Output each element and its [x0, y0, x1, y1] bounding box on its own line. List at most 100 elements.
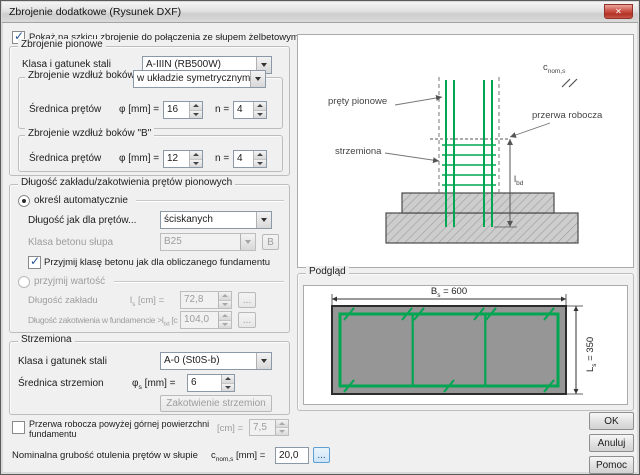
along-B-title: Zbrojenie wzdłuż boków "B": [25, 128, 154, 139]
l-sub: s: [591, 363, 598, 366]
stirrups-group: Strzemiona Klasa i gatunek stali A-0 (St…: [9, 341, 290, 415]
cnom-dimension-ticks: [562, 79, 577, 87]
separator-line: [136, 200, 284, 202]
spin-up-icon[interactable]: [222, 375, 234, 384]
lap-length-symbol: ls [cm] =: [130, 295, 164, 308]
spin-down-icon[interactable]: [190, 111, 202, 119]
l-rest: = 350: [585, 337, 596, 361]
n-B-value: 4: [234, 151, 253, 167]
working-gap-checkbox[interactable]: [12, 421, 25, 434]
cover-value-field[interactable]: 20,0: [275, 447, 309, 464]
layout-value: w układzie symetrycznym: [134, 71, 250, 87]
spin-up-icon[interactable]: [254, 102, 266, 111]
close-button[interactable]: ✕: [604, 4, 633, 19]
stirrup-phi-unit: [mm] =: [145, 378, 176, 389]
dropdown-arrow-icon[interactable]: [250, 71, 265, 87]
dropdown-arrow-icon[interactable]: [240, 234, 255, 250]
window-title: Zbrojenie dodatkowe (Rysunek DXF): [9, 6, 181, 18]
along-B-group: Zbrojenie wzdłuż boków "B" Średnica pręt…: [18, 135, 283, 172]
spinner-buttons: [189, 102, 202, 118]
preview-group-title: Podgląd: [306, 266, 349, 277]
stirrup-phi-value: 6: [188, 375, 221, 391]
use-footing-concrete-checkbox[interactable]: [28, 256, 41, 269]
spin-down-icon[interactable]: [222, 384, 234, 392]
spin-up-icon[interactable]: [219, 292, 231, 301]
spin-down-icon[interactable]: [219, 301, 231, 309]
spin-down-icon[interactable]: [254, 160, 266, 168]
cover-value: 20,0: [279, 450, 298, 461]
bars-for-label: Długość jak dla prętów...: [28, 215, 136, 226]
phi-B-spinner[interactable]: 12: [163, 150, 203, 168]
column-section-drawing: [304, 286, 627, 404]
spin-down-icon[interactable]: [254, 111, 266, 119]
working-gap-label-line2: fundamentu: [29, 429, 77, 439]
spinner-buttons: [253, 102, 266, 118]
anchor-label-text: Długość zakotwienia w fundamencie: [28, 315, 155, 325]
phi-B-symbol: φ [mm] =: [119, 153, 159, 164]
ellipsis-label: ...: [243, 315, 251, 326]
cover-symbol: cnom,s [mm] =: [211, 450, 265, 463]
label-leader-lines: [385, 97, 550, 161]
bars-for-value: ściskanych: [161, 212, 256, 228]
preview-group: Podgląd: [297, 273, 634, 411]
spinner-buttons: [218, 292, 231, 308]
n-B-symbol: n =: [215, 153, 229, 164]
stirrup-phi-sub: s: [138, 384, 141, 391]
dialog-window: Zbrojenie dodatkowe (Rysunek DXF) ✕ Poka…: [0, 0, 640, 475]
lap-length-more-button[interactable]: ...: [238, 292, 256, 308]
spin-up-icon[interactable]: [254, 151, 266, 160]
spin-down-icon[interactable]: [276, 428, 288, 435]
spin-down-icon[interactable]: [219, 321, 231, 329]
stirrups-diagram-label: strzemiona: [335, 146, 381, 157]
working-gap-label-line1: Przerwa robocza powyżej górnej powierzch…: [29, 419, 209, 429]
spinner-buttons: [218, 312, 231, 328]
concrete-class-select[interactable]: B25: [160, 233, 256, 251]
phi-L-symbol: φ [mm] =: [119, 104, 159, 115]
ok-label: OK: [604, 416, 618, 427]
titlebar[interactable]: Zbrojenie dodatkowe (Rysunek DXF) ✕: [2, 2, 638, 23]
vertical-group-title: Zbrojenie pionowe: [18, 39, 106, 50]
lap-length-spinner[interactable]: 72,8: [180, 291, 232, 309]
lap-sym-unit: [cm] =: [138, 295, 164, 306]
working-gap-unit: [cm] =: [217, 423, 243, 434]
along-L-group: Zbrojenie wzdłuż boków "L" w układzie sy…: [18, 77, 283, 129]
cancel-button[interactable]: Anuluj: [589, 434, 634, 452]
spin-up-icon[interactable]: [190, 102, 202, 111]
stirrup-phi-spinner[interactable]: 6: [187, 374, 235, 392]
concrete-class-info-button[interactable]: B: [262, 234, 279, 250]
n-L-spinner[interactable]: 4: [233, 101, 267, 119]
b-sub: s: [437, 292, 440, 299]
cover-sym-sub: nom,s: [216, 456, 234, 463]
spin-up-icon[interactable]: [276, 420, 288, 428]
concrete-class-label: Klasa betonu słupa: [28, 237, 113, 248]
auto-radio-label: określ automatycznie: [34, 195, 128, 206]
manual-radio[interactable]: [18, 276, 30, 288]
spin-down-icon[interactable]: [190, 160, 202, 168]
stirrup-anchorage-button[interactable]: Zakotwienie strzemion: [160, 395, 272, 412]
diam-L-label: Średnica prętów: [29, 104, 101, 115]
bars-for-select[interactable]: ściskanych: [160, 211, 272, 229]
n-B-spinner[interactable]: 4: [233, 150, 267, 168]
anchor-length-spinner[interactable]: 104,0: [180, 311, 232, 329]
lap-sym-sub: s: [132, 301, 135, 308]
use-footing-concrete-label: Przyjmij klasę betonu jak dla obliczaneg…: [44, 257, 270, 268]
dropdown-arrow-icon[interactable]: [256, 212, 271, 228]
dropdown-arrow-icon[interactable]: [256, 353, 271, 369]
stirrups-group-title: Strzemiona: [18, 334, 75, 345]
lbd-sub: bd: [516, 180, 523, 187]
spin-up-icon[interactable]: [190, 151, 202, 160]
layout-select[interactable]: w układzie symetrycznym: [133, 70, 266, 88]
cover-more-button[interactable]: ...: [313, 447, 330, 463]
spin-up-icon[interactable]: [219, 312, 231, 321]
help-button[interactable]: Pomoc: [589, 456, 634, 474]
anchor-sym-sub: bd: [163, 322, 169, 328]
ok-button[interactable]: OK: [589, 412, 634, 430]
phi-L-spinner[interactable]: 16: [163, 101, 203, 119]
stirrup-steel-select[interactable]: A-0 (St0S-b): [160, 352, 272, 370]
n-L-value: 4: [234, 102, 253, 118]
l-base: L: [585, 367, 596, 372]
working-gap-label: Przerwa robocza powyżej górnej powierzch…: [29, 419, 219, 439]
auto-radio[interactable]: [18, 195, 30, 207]
anchor-length-more-button[interactable]: ...: [238, 312, 256, 328]
working-gap-spinner[interactable]: 7,5: [249, 419, 289, 436]
